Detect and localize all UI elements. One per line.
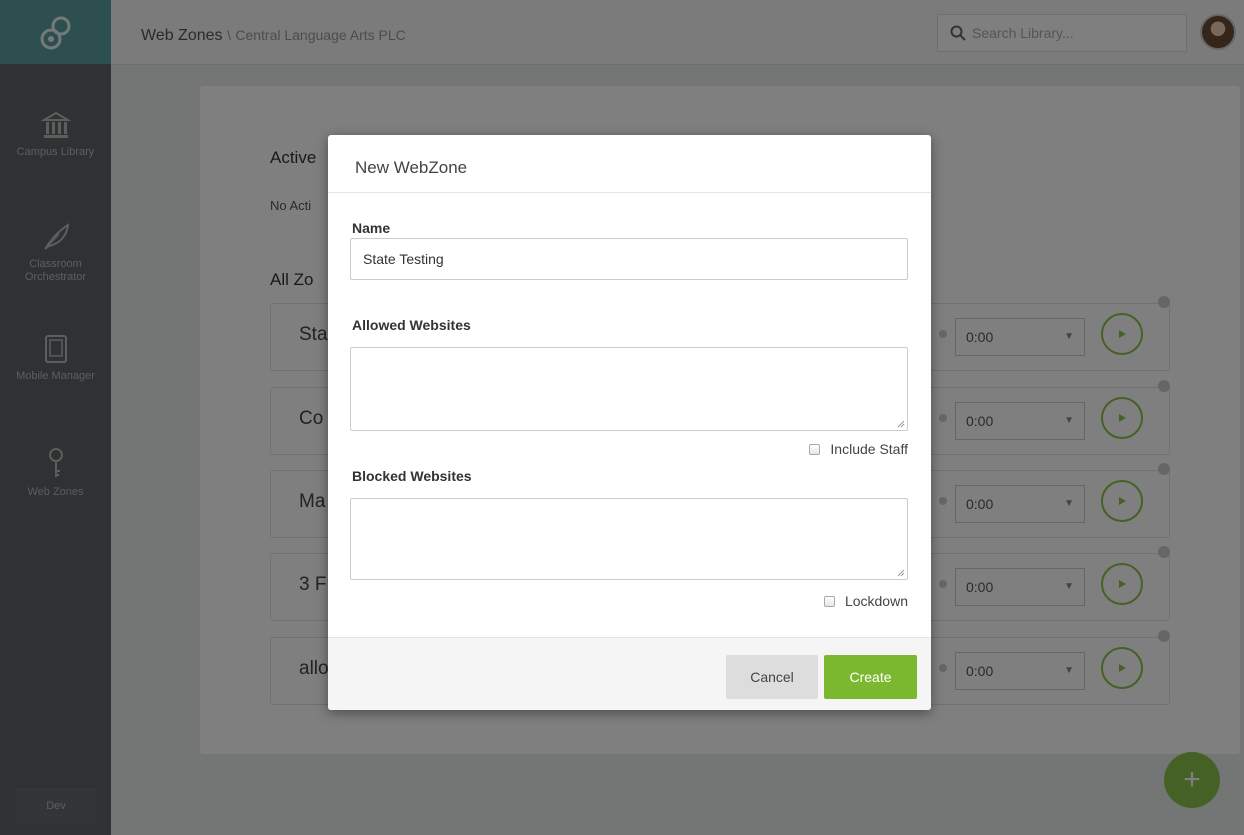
- modal-header: New WebZone: [328, 135, 931, 193]
- include-staff-label: Include Staff: [830, 441, 908, 457]
- name-input[interactable]: [350, 238, 908, 280]
- create-button[interactable]: Create: [824, 655, 917, 699]
- lockdown-option[interactable]: Lockdown: [823, 593, 908, 609]
- include-staff-option[interactable]: Include Staff: [809, 441, 908, 457]
- resize-grip-icon[interactable]: [897, 569, 905, 577]
- include-staff-checkbox[interactable]: [809, 443, 821, 455]
- lockdown-label: Lockdown: [844, 593, 908, 609]
- lockdown-checkbox[interactable]: [823, 595, 835, 607]
- modal-footer: Cancel Create: [328, 637, 931, 710]
- blocked-websites-label: Blocked Websites: [352, 468, 472, 484]
- resize-grip-icon[interactable]: [897, 420, 905, 428]
- cancel-button[interactable]: Cancel: [726, 655, 818, 699]
- blocked-websites-textarea[interactable]: [350, 498, 908, 580]
- allowed-websites-label: Allowed Websites: [352, 317, 471, 333]
- name-label: Name: [352, 220, 391, 236]
- modal-title: New WebZone: [355, 158, 468, 177]
- allowed-websites-textarea[interactable]: [350, 347, 908, 431]
- new-webzone-dialog: New WebZone Name Allowed Websites Includ…: [328, 135, 931, 710]
